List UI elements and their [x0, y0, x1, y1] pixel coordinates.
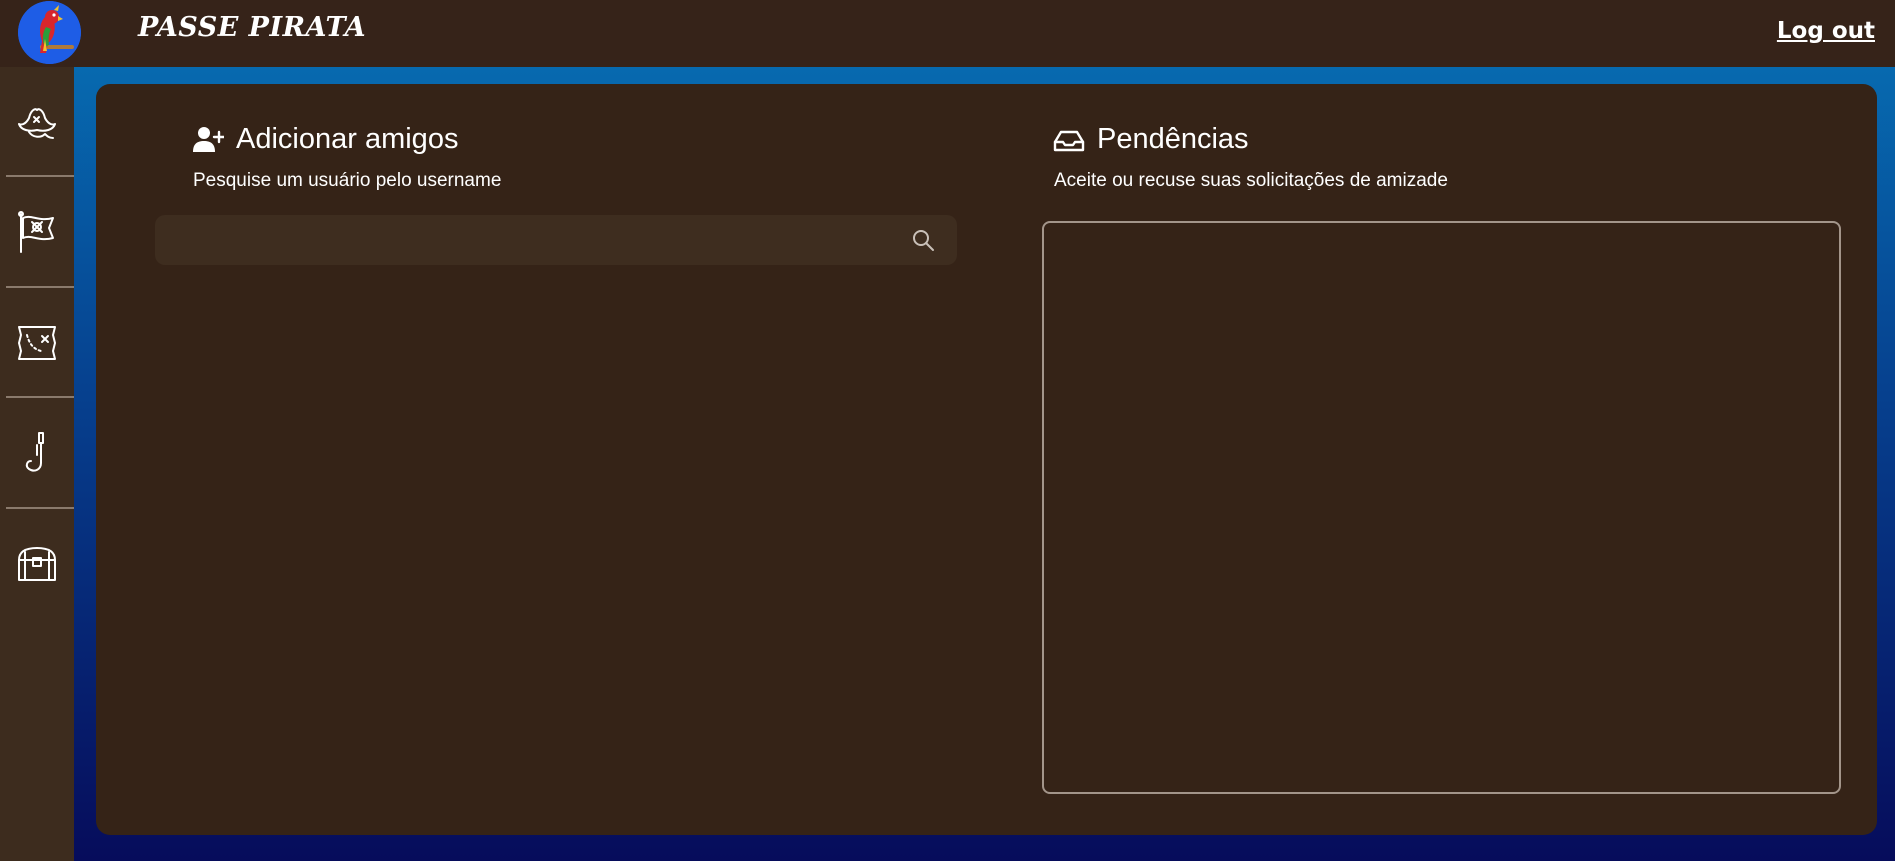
inbox-icon: [1053, 130, 1085, 151]
pending-title: Pendências: [1097, 123, 1249, 155]
parrot-logo[interactable]: [18, 1, 81, 64]
logout-link[interactable]: Log out: [1777, 18, 1875, 44]
sidebar-item-hook[interactable]: [0, 398, 74, 508]
pending-requests-list: [1042, 221, 1841, 794]
parrot-icon: [18, 1, 81, 64]
search-icon[interactable]: [911, 228, 935, 252]
brand-name: PASSE PIRATA: [138, 12, 367, 43]
add-friends-heading: Adicionar amigos: [192, 123, 458, 156]
top-bar: PASSE PIRATA Log out: [0, 0, 1895, 67]
pirate-flag-icon: [18, 211, 54, 253]
sidebar-item-home[interactable]: [0, 177, 74, 287]
main-panel: Adicionar amigos Pesquise um usuário pel…: [96, 84, 1877, 835]
search-box: [155, 215, 957, 265]
pending-heading: Pendências: [1053, 123, 1249, 156]
user-plus-icon: [193, 126, 224, 152]
search-input[interactable]: [155, 215, 895, 265]
treasure-chest-icon: [18, 547, 56, 581]
treasure-map-icon: [18, 326, 56, 360]
hook-icon: [25, 432, 44, 472]
pirate-hat-icon: [18, 108, 56, 139]
add-friends-subtitle: Pesquise um usuário pelo username: [193, 170, 502, 191]
sidebar: [0, 67, 74, 861]
add-friends-title: Adicionar amigos: [236, 123, 459, 155]
sidebar-item-map[interactable]: [0, 288, 74, 398]
sidebar-item-profile[interactable]: [0, 67, 74, 177]
pending-subtitle: Aceite ou recuse suas solicitações de am…: [1054, 170, 1448, 191]
sidebar-item-chest[interactable]: [0, 509, 74, 619]
